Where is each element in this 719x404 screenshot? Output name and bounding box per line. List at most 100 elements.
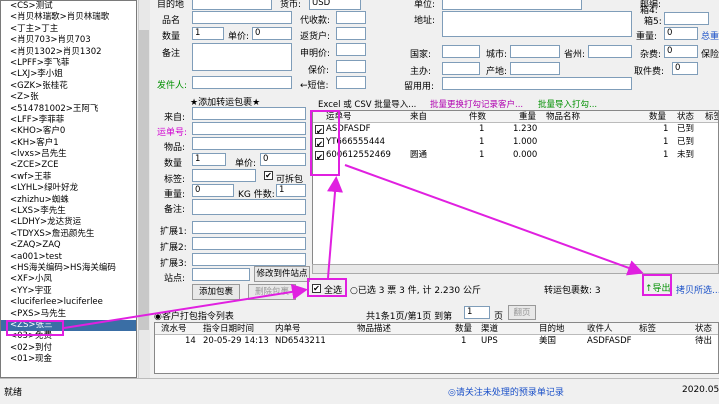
goods-input[interactable]	[192, 137, 306, 150]
country-input[interactable]	[442, 45, 480, 58]
customer-item[interactable]: <KH>客户1	[1, 138, 136, 149]
customer-item[interactable]: <LXJ>李小姐	[1, 69, 136, 80]
customer-item[interactable]: <肖贝1302>肖贝1302	[1, 47, 136, 58]
customer-item[interactable]: <514781002>王阿飞	[1, 104, 136, 115]
order-row[interactable]: 14 20-05-29 14:13 ND6543211 1 UPS 美国 ASD…	[155, 335, 718, 348]
ext3-input[interactable]	[192, 253, 306, 266]
page-input[interactable]: 1	[464, 306, 490, 319]
transfer-weight-input[interactable]: 0	[192, 184, 234, 197]
currency-select[interactable]: USD	[309, 0, 361, 10]
batch-change-customer-link[interactable]: 批量更换打勾记录客户...	[430, 98, 523, 110]
name-input[interactable]	[192, 11, 292, 24]
customer-item[interactable]: <肖贝703>肖贝703	[1, 35, 136, 46]
customer-item[interactable]: <TDYXS>詹迅颜先生	[1, 229, 136, 240]
notice-text[interactable]: ◎请关注未处理的预录单记录	[448, 385, 564, 398]
page-unit: 页	[494, 312, 504, 322]
city-label: 城市:	[486, 50, 508, 60]
insure-input[interactable]	[336, 60, 366, 73]
page-button[interactable]: 翻页	[508, 305, 536, 320]
package-row[interactable]: ✔ ASDFASDF 1 1.230 1 已到	[313, 123, 718, 137]
sidebar-scroll-thumb[interactable]	[139, 30, 149, 330]
cod-input[interactable]	[336, 11, 366, 24]
transfer-remark-input[interactable]	[192, 199, 306, 215]
price-input[interactable]: 0	[252, 27, 292, 40]
customer-item[interactable]: <丁主>丁主	[1, 24, 136, 35]
customer-item[interactable]: <KHO>客户0	[1, 126, 136, 137]
order-grid[interactable]: 流水号 指令日期时间 内单号 物品描述 数量 渠道 目的地 收件人 标签 状态 …	[154, 322, 719, 374]
customer-item[interactable]: <CS>测试	[1, 1, 136, 12]
customer-item[interactable]: <LYHL>绿叶好龙	[1, 183, 136, 194]
customer-item[interactable]: <HS海关编码>HS海关编码	[1, 263, 136, 274]
copy-selected-link[interactable]: 拷贝所选...	[676, 283, 719, 296]
unit-input[interactable]	[442, 0, 582, 10]
excel-import-link[interactable]: Excel 或 CSV 批量导入...	[318, 98, 416, 110]
add-package-button[interactable]: 添加包裹	[192, 284, 240, 300]
qty-input[interactable]: 1	[192, 27, 224, 40]
province-input[interactable]	[588, 45, 632, 58]
pieces-input[interactable]: 1	[276, 184, 306, 197]
customer-item[interactable]: <a001>test	[1, 252, 136, 263]
transfer-from-input[interactable]	[192, 107, 306, 120]
select-all-checkbox[interactable]: ✔	[312, 284, 321, 293]
station-input[interactable]	[192, 268, 250, 281]
origin-input[interactable]	[510, 62, 560, 75]
weight-input[interactable]: 0	[664, 27, 698, 40]
split-checkbox[interactable]: ✔	[264, 171, 273, 180]
ext1-input[interactable]	[192, 221, 306, 234]
customer-item[interactable]: <YY>宇亚	[1, 286, 136, 297]
ocol-tag: 标签	[639, 324, 657, 334]
tracking-input[interactable]	[192, 122, 306, 135]
customer-item[interactable]: <ZAQ>ZAQ	[1, 240, 136, 251]
order-qty: 1	[461, 336, 467, 346]
remark-input[interactable]	[192, 43, 292, 71]
order-date: 20-05-29 14:13	[203, 336, 269, 346]
delete-package-button[interactable]: 删除包裹	[248, 284, 296, 300]
pickup-fee-input[interactable]: 0	[672, 62, 698, 75]
customer-item[interactable]: <zhizhu>蜘蛛	[1, 195, 136, 206]
package-row[interactable]: ✔ YT666555444 1 1.000 1 已到	[313, 136, 718, 150]
package-grid-hscroll[interactable]	[312, 264, 719, 274]
customer-item[interactable]: <GZK>张桂花	[1, 81, 136, 92]
ext2-input[interactable]	[192, 237, 306, 250]
customer-item[interactable]: <Z>张	[1, 92, 136, 103]
return-input[interactable]	[336, 27, 366, 40]
customer-item[interactable]: <ZCE>ZCE	[1, 160, 136, 171]
customer-item[interactable]: <01>现金	[1, 354, 136, 365]
declare-input[interactable]	[336, 43, 366, 56]
sms-input[interactable]	[336, 76, 366, 89]
phone-label: 留用用:	[404, 82, 435, 92]
ext2-label: 扩展2:	[160, 243, 187, 253]
customer-item[interactable]: <XF>小凤	[1, 274, 136, 285]
export-link[interactable]: ↑导出	[645, 281, 671, 294]
total-weight-label: 总重	[701, 32, 719, 42]
customer-item[interactable]: <肖贝林瑞歌>肖贝林瑞歌	[1, 12, 136, 23]
customer-item[interactable]: <LXS>李先生	[1, 206, 136, 217]
package-grid[interactable]: 运单号 来自 件数 重量 物品名称 数量 状态 标签 ✔ASDFASDF11.2…	[312, 110, 719, 268]
customer-item[interactable]: <LPFF>李飞菲	[1, 58, 136, 69]
box5-input[interactable]	[664, 12, 709, 25]
phone-input[interactable]	[442, 77, 632, 90]
address-input[interactable]	[442, 11, 632, 37]
city-input[interactable]	[510, 45, 560, 58]
customer-item[interactable]: <LFF>李菲菲	[1, 115, 136, 126]
package-row[interactable]: ✔ 600612552469 圆通 1 0.000 1 未到	[313, 149, 718, 163]
sender-input[interactable]	[192, 76, 292, 89]
dest-input[interactable]	[192, 0, 272, 10]
customer-item[interactable]: <wf>王菲	[1, 172, 136, 183]
customer-item[interactable]: <lvxs>吕先生	[1, 149, 136, 160]
select-all-label: 全选	[324, 286, 343, 296]
customer-item[interactable]: <PXS>马先生	[1, 309, 136, 320]
tag-input[interactable]	[192, 169, 256, 182]
subject-input[interactable]	[442, 62, 480, 75]
modify-station-button[interactable]: 修改到件站点	[254, 266, 310, 282]
transfer-price-input[interactable]: 0	[260, 153, 306, 166]
transfer-qty-label: 数量	[164, 159, 183, 169]
transfer-qty-input[interactable]: 1	[192, 153, 226, 166]
customer-item[interactable]: <LDHY>龙达货运	[1, 217, 136, 228]
customer-item[interactable]: <luciferlee>luciferlee	[1, 297, 136, 308]
customer-item[interactable]: <02>到付	[1, 343, 136, 354]
package-cell-weight: 1.000	[513, 137, 538, 147]
batch-import-print-link[interactable]: 批量导入打勾...	[538, 98, 597, 110]
box5-label: 箱5:	[644, 17, 662, 27]
misc-fee-input[interactable]: 0	[664, 45, 698, 58]
